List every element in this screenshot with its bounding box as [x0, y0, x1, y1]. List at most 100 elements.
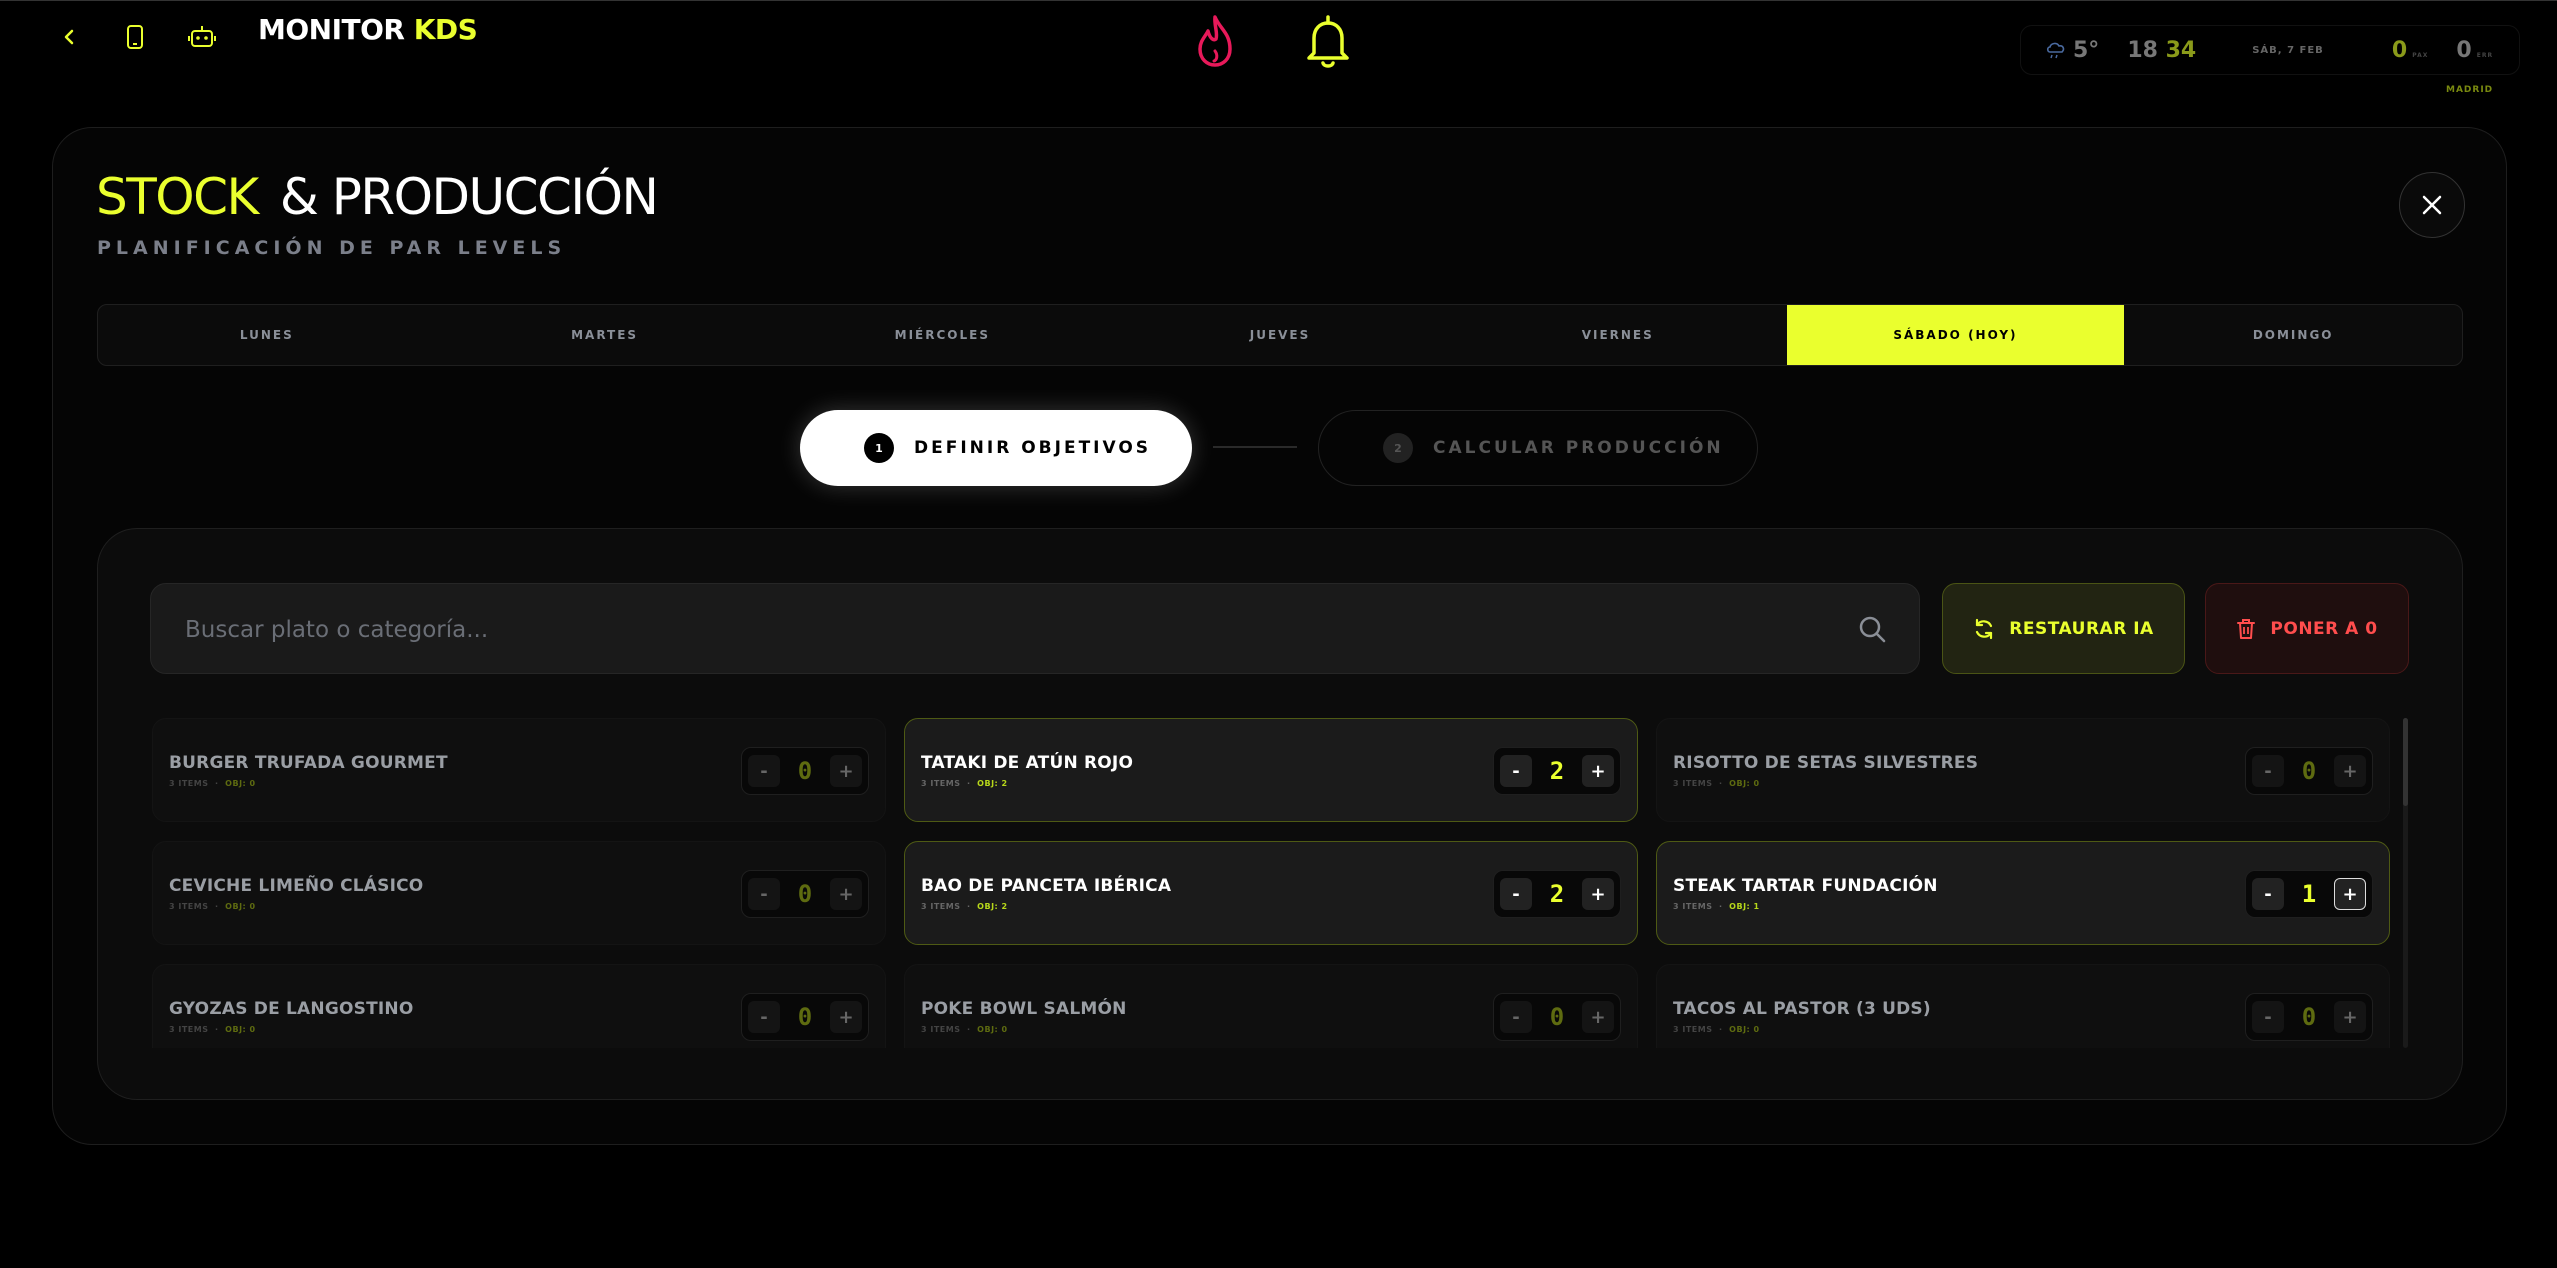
decrement-button[interactable]: - — [748, 1001, 780, 1033]
counter-pax: 0 PAX — [2392, 38, 2429, 63]
item-name: RISOTTO DE SETAS SILVESTRES — [1673, 753, 1979, 773]
quantity-stepper: - 0 + — [741, 870, 869, 918]
quantity-value: 1 — [2301, 880, 2317, 908]
increment-button[interactable]: + — [1581, 1001, 1614, 1033]
phone-icon — [127, 25, 143, 49]
day-tabs: LUNES MARTES MIÉRCOLES JUEVES VIERNES SÁ… — [97, 304, 2463, 366]
item-card: RISOTTO DE SETAS SILVESTRES 3 ITEMS · OB… — [1656, 718, 2390, 822]
decrement-button[interactable]: - — [2252, 755, 2284, 787]
quantity-stepper: - 0 + — [741, 747, 869, 795]
item-objective: OBJ: 0 — [1729, 779, 1760, 788]
logo-main: MONITOR — [258, 13, 405, 46]
robot-icon — [188, 26, 216, 47]
quantity-stepper: - 0 + — [741, 993, 869, 1041]
item-meta: 3 ITEMS · OBJ: 0 — [169, 1025, 256, 1034]
item-objective: OBJ: 0 — [977, 1025, 1008, 1034]
item-count: 3 ITEMS — [169, 902, 209, 911]
status-hud: 5° 18 34 SÁB, 7 FEB 0 PAX 0 ERR — [2020, 25, 2520, 75]
increment-button[interactable]: + — [829, 878, 862, 910]
increment-button[interactable]: + — [829, 1001, 862, 1033]
item-name: BAO DE PANCETA IBÉRICA — [921, 876, 1172, 896]
counter-err: 0 ERR — [2456, 38, 2493, 63]
tab-sabado[interactable]: SÁBADO (HOY) — [1786, 305, 2125, 365]
item-meta: 3 ITEMS · OBJ: 0 — [169, 779, 256, 788]
title-main: & PRODUCCIÓN — [279, 168, 659, 226]
step-number: 2 — [1383, 433, 1413, 463]
top-bar: MONITOR KDS 5° 18 34 SÁB, 7 FEB 0 PAX 0 … — [0, 0, 2557, 95]
quantity-value: 2 — [1549, 757, 1565, 785]
date-label: SÁB, 7 FEB — [2252, 44, 2324, 56]
item-meta: 3 ITEMS · OBJ: 2 — [921, 902, 1008, 911]
item-card: GYOZAS DE LANGOSTINO 3 ITEMS · OBJ: 0 - … — [152, 964, 886, 1048]
refresh-icon — [1976, 618, 1993, 639]
tab-viernes[interactable]: VIERNES — [1449, 305, 1787, 365]
decrement-button[interactable]: - — [2252, 878, 2284, 910]
decrement-button[interactable]: - — [1500, 755, 1532, 787]
title-accent: STOCK — [96, 168, 259, 226]
quantity-value: 0 — [797, 880, 813, 908]
search-icon[interactable] — [1857, 614, 1887, 644]
item-objective: OBJ: 2 — [977, 779, 1008, 788]
item-objective: OBJ: 2 — [977, 902, 1008, 911]
item-objective: OBJ: 1 — [1729, 902, 1760, 911]
step-calculate-production[interactable]: 2 CALCULAR PRODUCCIÓN — [1318, 410, 1758, 486]
item-count: 3 ITEMS — [1673, 779, 1713, 788]
decrement-button[interactable]: - — [1500, 878, 1532, 910]
increment-button[interactable]: + — [2333, 1001, 2366, 1033]
tab-miercoles[interactable]: MIÉRCOLES — [773, 305, 1111, 365]
increment-button[interactable]: + — [2333, 755, 2366, 787]
item-objective: OBJ: 0 — [225, 1025, 256, 1034]
counter-err-value: 0 — [2456, 37, 2472, 63]
cloud-rain-icon — [2046, 42, 2065, 59]
quantity-value: 0 — [797, 757, 813, 785]
tab-domingo[interactable]: DOMINGO — [2124, 305, 2462, 365]
logo-accent: KDS — [413, 13, 478, 46]
tab-martes[interactable]: MARTES — [436, 305, 774, 365]
item-meta: 3 ITEMS · OBJ: 0 — [921, 1025, 1008, 1034]
item-objective: OBJ: 0 — [225, 779, 256, 788]
modal-subtitle: PLANIFICACIÓN DE PAR LEVELS — [97, 237, 567, 259]
quantity-value: 0 — [2301, 1003, 2317, 1031]
increment-button[interactable]: + — [829, 755, 862, 787]
items-scrollbar[interactable] — [2403, 718, 2408, 1048]
step-define-objectives[interactable]: 1 DEFINIR OBJETIVOS — [800, 410, 1192, 486]
quantity-stepper: - 2 + — [1493, 747, 1621, 795]
item-name: TACOS AL PASTOR (3 UDS) — [1673, 999, 1931, 1019]
item-count: 3 ITEMS — [169, 1025, 209, 1034]
item-name: GYOZAS DE LANGOSTINO — [169, 999, 414, 1019]
back-button[interactable] — [50, 17, 90, 57]
step-label: CALCULAR PRODUCCIÓN — [1433, 438, 1724, 458]
app-logo: MONITOR KDS — [258, 13, 478, 46]
close-button[interactable] — [2399, 172, 2465, 238]
decrement-button[interactable]: - — [748, 755, 780, 787]
item-card: BURGER TRUFADA GOURMET 3 ITEMS · OBJ: 0 … — [152, 718, 886, 822]
bell-icon — [1307, 15, 1349, 68]
decrement-button[interactable]: - — [2252, 1001, 2284, 1033]
increment-button[interactable]: + — [2333, 878, 2366, 910]
step-label: DEFINIR OBJETIVOS — [914, 438, 1152, 458]
device-button[interactable] — [115, 17, 155, 57]
flame-button[interactable] — [1190, 11, 1240, 75]
trash-icon — [2237, 618, 2256, 639]
notifications-button[interactable] — [1300, 11, 1356, 75]
increment-button[interactable]: + — [1581, 755, 1614, 787]
item-count: 3 ITEMS — [921, 1025, 961, 1034]
quantity-value: 0 — [797, 1003, 813, 1031]
quantity-stepper: - 1 + — [2245, 870, 2373, 918]
tab-lunes[interactable]: LUNES — [98, 305, 436, 365]
search-box — [150, 583, 1920, 675]
restore-ai-button[interactable]: RESTAURAR IA — [1942, 583, 2185, 674]
item-objective: OBJ: 0 — [1729, 1025, 1760, 1034]
step-connector — [1213, 446, 1297, 448]
tab-jueves[interactable]: JUEVES — [1111, 305, 1449, 365]
search-input[interactable] — [183, 584, 1827, 675]
item-meta: 3 ITEMS · OBJ: 1 — [1673, 902, 1760, 911]
robot-button[interactable] — [182, 17, 222, 57]
quantity-stepper: - 0 + — [2245, 993, 2373, 1041]
decrement-button[interactable]: - — [1500, 1001, 1532, 1033]
item-count: 3 ITEMS — [169, 779, 209, 788]
decrement-button[interactable]: - — [748, 878, 780, 910]
scrollbar-thumb[interactable] — [2403, 718, 2408, 806]
increment-button[interactable]: + — [1581, 878, 1614, 910]
reset-zero-button[interactable]: PONER A 0 — [2205, 583, 2409, 674]
